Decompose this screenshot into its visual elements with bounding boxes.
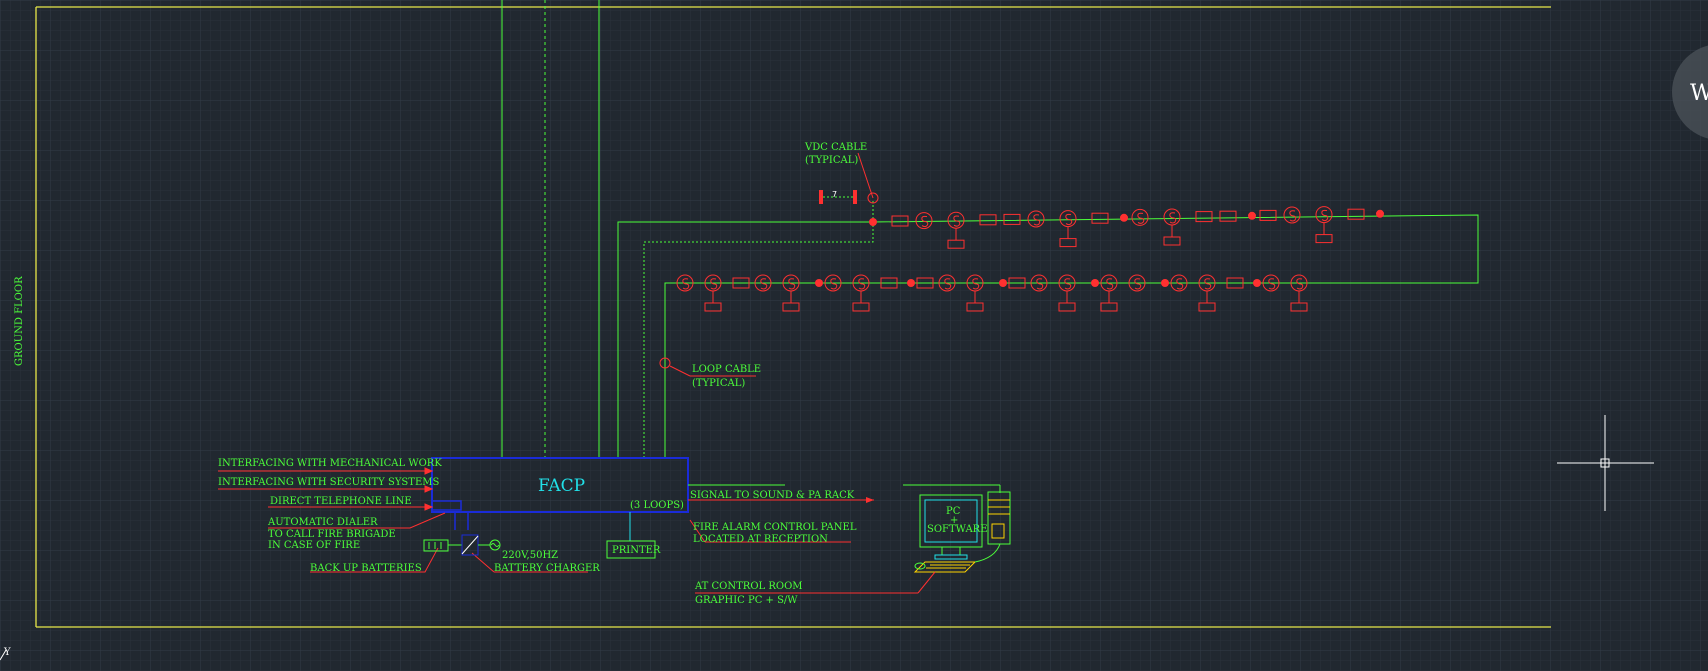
alarm-bell-icon xyxy=(1161,279,1169,287)
signal-sound-label: SIGNAL TO SOUND & PA RACK xyxy=(690,490,855,501)
vdc-cable-label-1: VDC CABLE xyxy=(804,142,867,153)
power-supply-label: 220V,50HZ xyxy=(502,550,558,561)
printer-label: PRINTER xyxy=(612,545,661,556)
alarm-bell-icon xyxy=(1091,279,1099,287)
dialer-label-1: AUTOMATIC DIALER xyxy=(267,517,378,528)
control-room-label-2: GRAPHIC PC + S/W xyxy=(695,595,798,606)
vdc-cable-label-2: (TYPICAL) xyxy=(805,155,858,166)
alarm-bell-icon xyxy=(1376,209,1384,218)
battery-charger-label: BATTERY CHARGER xyxy=(494,563,600,574)
loop-cable-label-1: LOOP CABLE xyxy=(692,364,761,375)
alarm-bell-icon xyxy=(999,279,1007,287)
alarm-bell-icon xyxy=(907,279,915,287)
interfacing-mechanical-label: INTERFACING WITH MECHANICAL WORK xyxy=(218,458,442,469)
backup-batteries-label: BACK UP BATTERIES xyxy=(310,563,422,574)
control-room-label-1: AT CONTROL ROOM xyxy=(694,581,803,592)
interfacing-security-label: INTERFACING WITH SECURITY SYSTEMS xyxy=(218,477,439,488)
ucs-axis-label: Y xyxy=(3,647,11,658)
fire-alarm-label-1: FIRE ALARM CONTROL PANEL xyxy=(693,522,857,533)
zone-number: 7 xyxy=(832,190,837,199)
navigation-wheel-letter: W xyxy=(1690,81,1708,106)
loops-label: (3 LOOPS) xyxy=(630,500,684,511)
alarm-bell-icon xyxy=(1120,213,1128,222)
alarm-bell-icon xyxy=(815,279,823,287)
direct-telephone-label: DIRECT TELEPHONE LINE xyxy=(270,496,412,507)
facp-label: FACP xyxy=(538,476,585,496)
loop-cable-label-2: (TYPICAL) xyxy=(692,378,745,389)
model-space-grid xyxy=(0,0,1708,671)
cad-drawing-canvas[interactable]: GROUND FLOOR 7 VDC CABLE (TYPICAL) LOOP … xyxy=(0,0,1708,671)
alarm-bell-icon xyxy=(1248,211,1256,220)
dialer-label-3: IN CASE OF FIRE xyxy=(268,540,360,551)
fire-alarm-label-2: LOCATED AT RECEPTION xyxy=(693,534,828,545)
alarm-bell-icon xyxy=(1253,279,1261,287)
pc-label-3: SOFTWARE xyxy=(927,524,988,535)
dialer-label-2: TO CALL FIRE BRIGADE xyxy=(268,529,396,540)
floor-label: GROUND FLOOR xyxy=(14,276,25,366)
